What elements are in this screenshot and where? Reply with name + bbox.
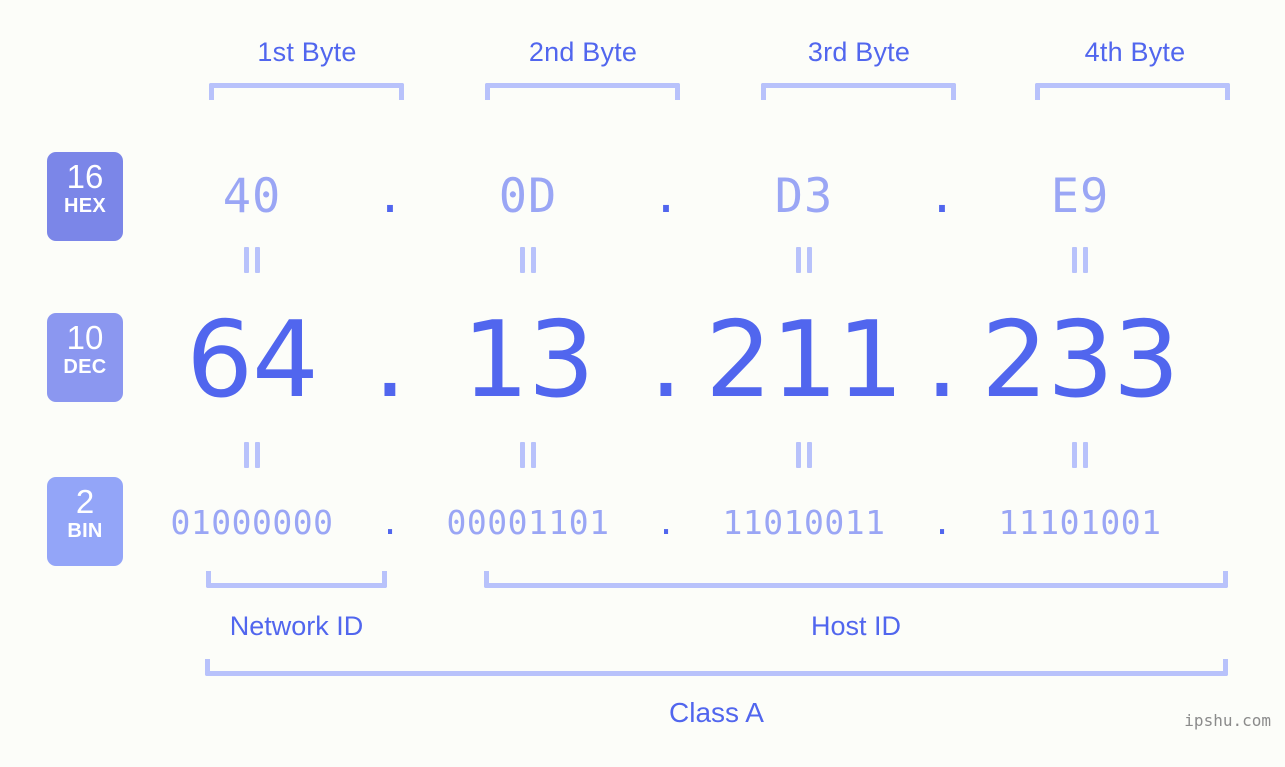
bin-separator-2: . [656,502,676,542]
base-badge-dec-number: 10 [66,319,104,356]
bin-separator-3: . [932,502,952,542]
dec-separator-1: . [373,299,407,421]
base-badge-hex-number: 16 [66,158,104,195]
bin-octet-3: 11010011 [722,502,886,542]
watermark: ipshu.com [1184,711,1271,730]
byte-header-2: 2nd Byte [528,37,638,67]
equals-icon-8 [968,442,1192,468]
byte-bracket-3 [761,83,956,100]
byte-header-1: 1st Byte [257,37,357,67]
equals-icon-4 [968,247,1192,273]
hex-separator-3: . [927,168,957,224]
dec-octet-2: 13 [462,299,595,421]
equals-icon-7 [692,442,916,468]
base-badge-bin-label: BIN [67,520,103,542]
bin-octet-4: 11101001 [998,502,1162,542]
hex-separator-2: . [651,168,681,224]
hex-octet-2: 0D [498,168,558,224]
network-id-bracket [206,571,387,588]
dec-octet-3: 211 [705,299,903,421]
bin-value-row: 01000000 . 00001101 . 11010011 . 1110100… [140,492,1250,552]
byte-bracket-2 [485,83,680,100]
host-id-label: Host ID [810,611,902,641]
base-badge-bin-number: 2 [75,483,95,520]
byte-header-3: 3rd Byte [807,37,911,67]
dec-separator-3: . [925,299,959,421]
class-bracket [205,659,1228,676]
dec-octet-1: 64 [186,299,319,421]
dec-separator-2: . [649,299,683,421]
bin-separator-1: . [380,502,400,542]
host-id-bracket [484,571,1228,588]
equals-icon-3 [692,247,916,273]
hex-value-row: 40 . 0D . D3 . E9 [140,150,1250,242]
bin-octet-2: 00001101 [446,502,610,542]
bin-octet-1: 01000000 [170,502,334,542]
hex-octet-4: E9 [1050,168,1110,224]
base-badge-dec-label: DEC [63,356,107,378]
dec-value-row: 64 . 13 . 211 . 233 [140,290,1250,430]
base-badge-hex: 16 HEX [47,152,123,241]
hex-separator-1: . [375,168,405,224]
base-badge-dec: 10 DEC [47,313,123,402]
equals-row-dec-bin [140,438,1250,472]
byte-header-4: 4th Byte [1084,37,1186,67]
base-badge-hex-label: HEX [63,195,107,217]
equals-icon-2 [416,247,640,273]
ip-address-breakdown-diagram: 1st Byte 2nd Byte 3rd Byte 4th Byte 16 H… [0,0,1285,767]
byte-bracket-4 [1035,83,1230,100]
equals-icon-5 [140,442,364,468]
hex-octet-1: 40 [222,168,282,224]
byte-bracket-1 [209,83,404,100]
equals-row-hex-dec [140,243,1250,277]
hex-octet-3: D3 [774,168,834,224]
network-id-label: Network ID [229,611,364,641]
equals-icon-6 [416,442,640,468]
class-label: Class A [669,697,764,728]
dec-octet-4: 233 [981,299,1179,421]
base-badge-bin: 2 BIN [47,477,123,566]
equals-icon-1 [140,247,364,273]
